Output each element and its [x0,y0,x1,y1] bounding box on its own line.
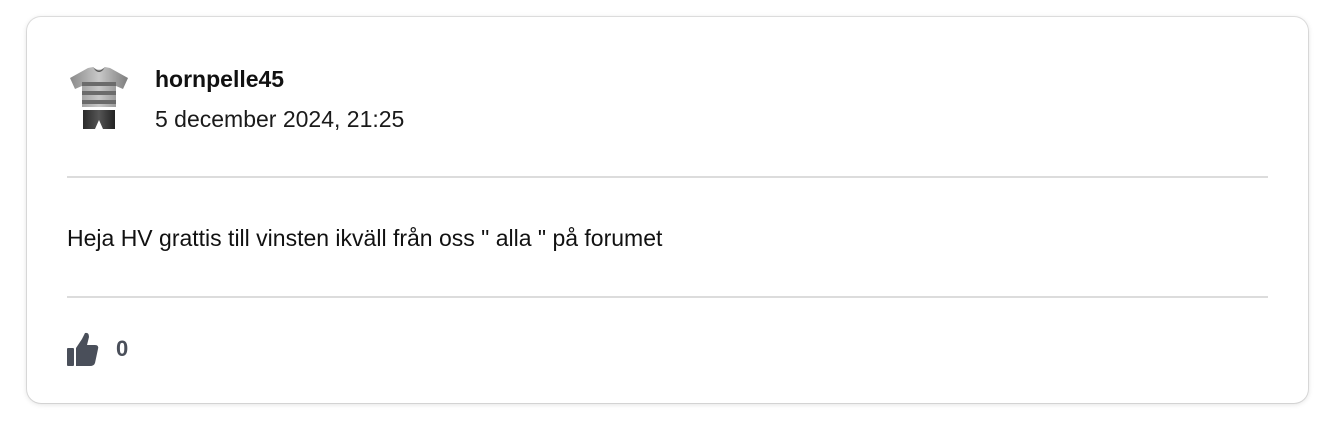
footer-divider [67,296,1268,298]
thumbs-up-icon[interactable] [67,332,99,366]
author-name[interactable]: hornpelle45 [155,65,404,93]
header-divider [67,176,1268,178]
post-body-text: Heja HV grattis till vinsten ikväll från… [67,225,663,251]
forum-post-card: hornpelle45 5 december 2024, 21:25 Heja … [27,17,1308,403]
author-block: hornpelle45 5 december 2024, 21:25 [155,65,404,133]
post-header: hornpelle45 5 december 2024, 21:25 [66,65,404,133]
post-timestamp: 5 december 2024, 21:25 [155,106,405,132]
jersey-icon[interactable] [66,65,132,131]
like-button[interactable]: 0 [67,332,128,366]
like-count: 0 [116,336,129,361]
